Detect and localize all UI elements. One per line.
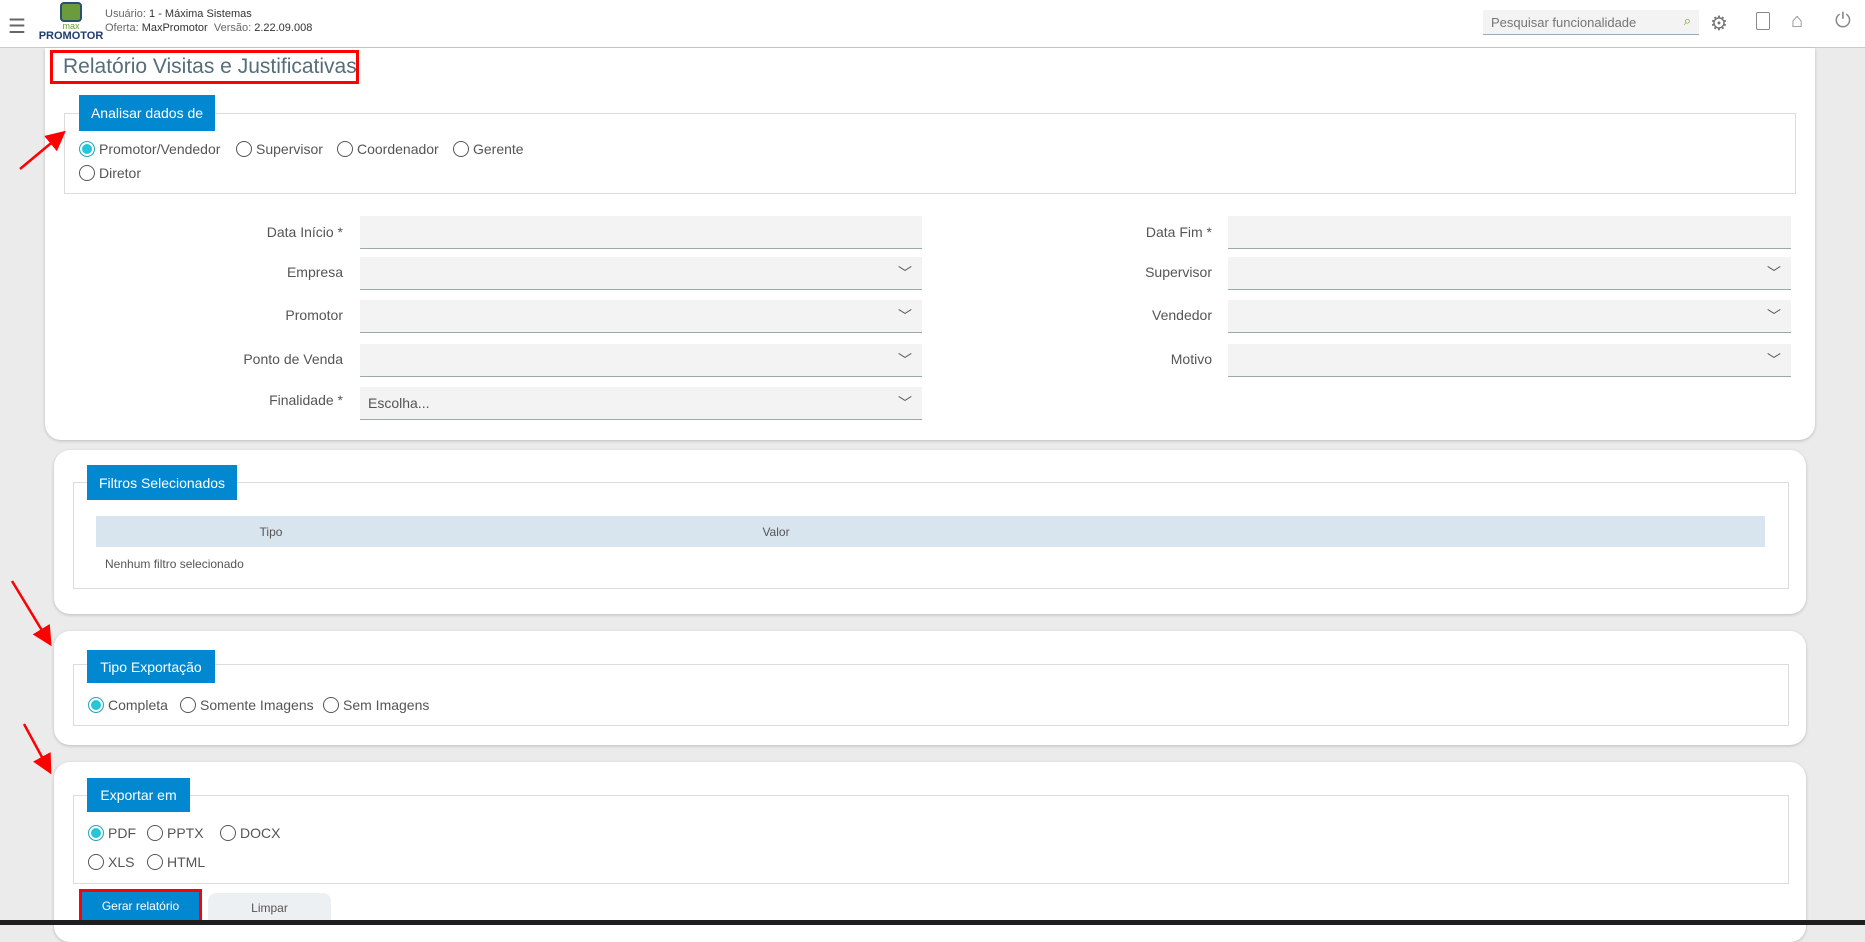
taskbar — [0, 920, 1865, 925]
version-value: 2.22.09.008 — [254, 22, 313, 34]
settings-gears-icon[interactable]: ⚙ — [1710, 11, 1728, 36]
radio-indicator[interactable] — [147, 825, 163, 841]
chevron-down-icon: ﹀ — [1767, 352, 1781, 368]
filtros-empty-message: Nenhum filtro selecionado — [105, 557, 244, 571]
analisar-fieldset — [64, 113, 1796, 194]
radio-label: HTML — [167, 854, 206, 870]
offer-value: MaxPromotor — [141, 22, 208, 34]
radio-label: Supervisor — [256, 141, 323, 157]
limpar-button[interactable]: Limpar — [208, 893, 331, 923]
vendedor-label: Vendedor — [1152, 307, 1212, 323]
data-inicio-input[interactable] — [360, 216, 922, 249]
promotor-select[interactable]: ﹀ — [360, 300, 922, 333]
search-icon[interactable]: ⌕ — [1684, 13, 1691, 29]
radio-label: Gerente — [473, 141, 524, 157]
power-icon[interactable]: ⏻ — [1835, 10, 1851, 33]
column-valor: Valor — [762, 524, 790, 539]
radio-label: PPTX — [167, 825, 204, 841]
top-header: ☰ max PROMOTOR Usuário: 1 - Máxima Siste… — [0, 0, 1865, 48]
radio-somente-imagens[interactable]: Somente Imagens — [180, 697, 314, 713]
radio-sem-imagens[interactable]: Sem Imagens — [323, 697, 429, 713]
empresa-label: Empresa — [286, 264, 343, 280]
motivo-select[interactable]: ﹀ — [1228, 344, 1791, 377]
annotation-arrows — [10, 130, 66, 775]
chevron-down-icon: ﹀ — [1767, 308, 1781, 324]
vendedor-select[interactable]: ﹀ — [1228, 300, 1791, 333]
radio-indicator[interactable] — [147, 854, 163, 870]
chevron-down-icon: ﹀ — [898, 395, 912, 411]
chevron-down-icon: ﹀ — [898, 352, 912, 368]
data-fim-label: Data Fim * — [1145, 224, 1212, 240]
radio-label: Sem Imagens — [343, 697, 430, 713]
search-box[interactable]: ⌕ — [1483, 10, 1699, 35]
promotor-label: Promotor — [285, 307, 343, 323]
motivo-label: Motivo — [1170, 351, 1212, 367]
finalidade-label: Finalidade * — [269, 392, 343, 408]
radio-supervisor[interactable]: Supervisor — [236, 141, 323, 157]
radio-indicator[interactable] — [323, 697, 339, 713]
chevron-down-icon: ﹀ — [898, 265, 912, 281]
version-label: Versão: — [213, 22, 252, 34]
ponto-venda-select[interactable]: ﹀ — [360, 344, 922, 377]
data-inicio-label: Data Início * — [266, 224, 343, 240]
user-value: 1 - Máxima Sistemas — [149, 8, 252, 20]
radio-label: Coordenador — [357, 141, 439, 157]
tipo-exportacao-fieldset — [73, 664, 1789, 726]
empresa-select[interactable]: ﹀ — [360, 257, 922, 290]
radio-docx[interactable]: DOCX — [220, 825, 280, 841]
arrow-annotation — [19, 130, 66, 170]
arrow-annotation — [22, 723, 52, 775]
radio-html[interactable]: HTML — [147, 854, 205, 870]
column-tipo: Tipo — [259, 524, 283, 539]
radio-pptx[interactable]: PPTX — [147, 825, 204, 841]
exportar-fieldset — [73, 795, 1789, 884]
radio-indicator[interactable] — [236, 141, 252, 157]
radio-indicator[interactable] — [453, 141, 469, 157]
radio-label: DOCX — [240, 825, 281, 841]
session-info: Usuário: 1 - Máxima Sistemas Oferta: Max… — [105, 7, 312, 35]
filtros-table-header: Tipo Valor — [96, 516, 1765, 547]
ponto-venda-label: Ponto de Venda — [243, 351, 343, 367]
chevron-down-icon: ﹀ — [898, 308, 912, 324]
home-icon[interactable]: ⌂ — [1791, 10, 1803, 33]
radio-coordenador[interactable]: Coordenador — [337, 141, 439, 157]
data-fim-input[interactable] — [1228, 216, 1791, 249]
radio-indicator[interactable] — [220, 825, 236, 841]
supervisor-label: Supervisor — [1145, 264, 1212, 280]
radio-label: Somente Imagens — [200, 697, 314, 713]
search-input[interactable] — [1483, 10, 1673, 34]
finalidade-value: Escolha... — [368, 395, 430, 411]
chevron-down-icon: ﹀ — [1767, 265, 1781, 281]
radio-indicator[interactable] — [337, 141, 353, 157]
document-icon[interactable] — [1756, 12, 1770, 30]
radio-gerente[interactable]: Gerente — [453, 141, 524, 157]
supervisor-select[interactable]: ﹀ — [1228, 257, 1791, 290]
arrow-annotation — [10, 580, 52, 647]
radio-indicator[interactable] — [180, 697, 196, 713]
finalidade-select[interactable]: Escolha... ﹀ — [360, 387, 922, 420]
